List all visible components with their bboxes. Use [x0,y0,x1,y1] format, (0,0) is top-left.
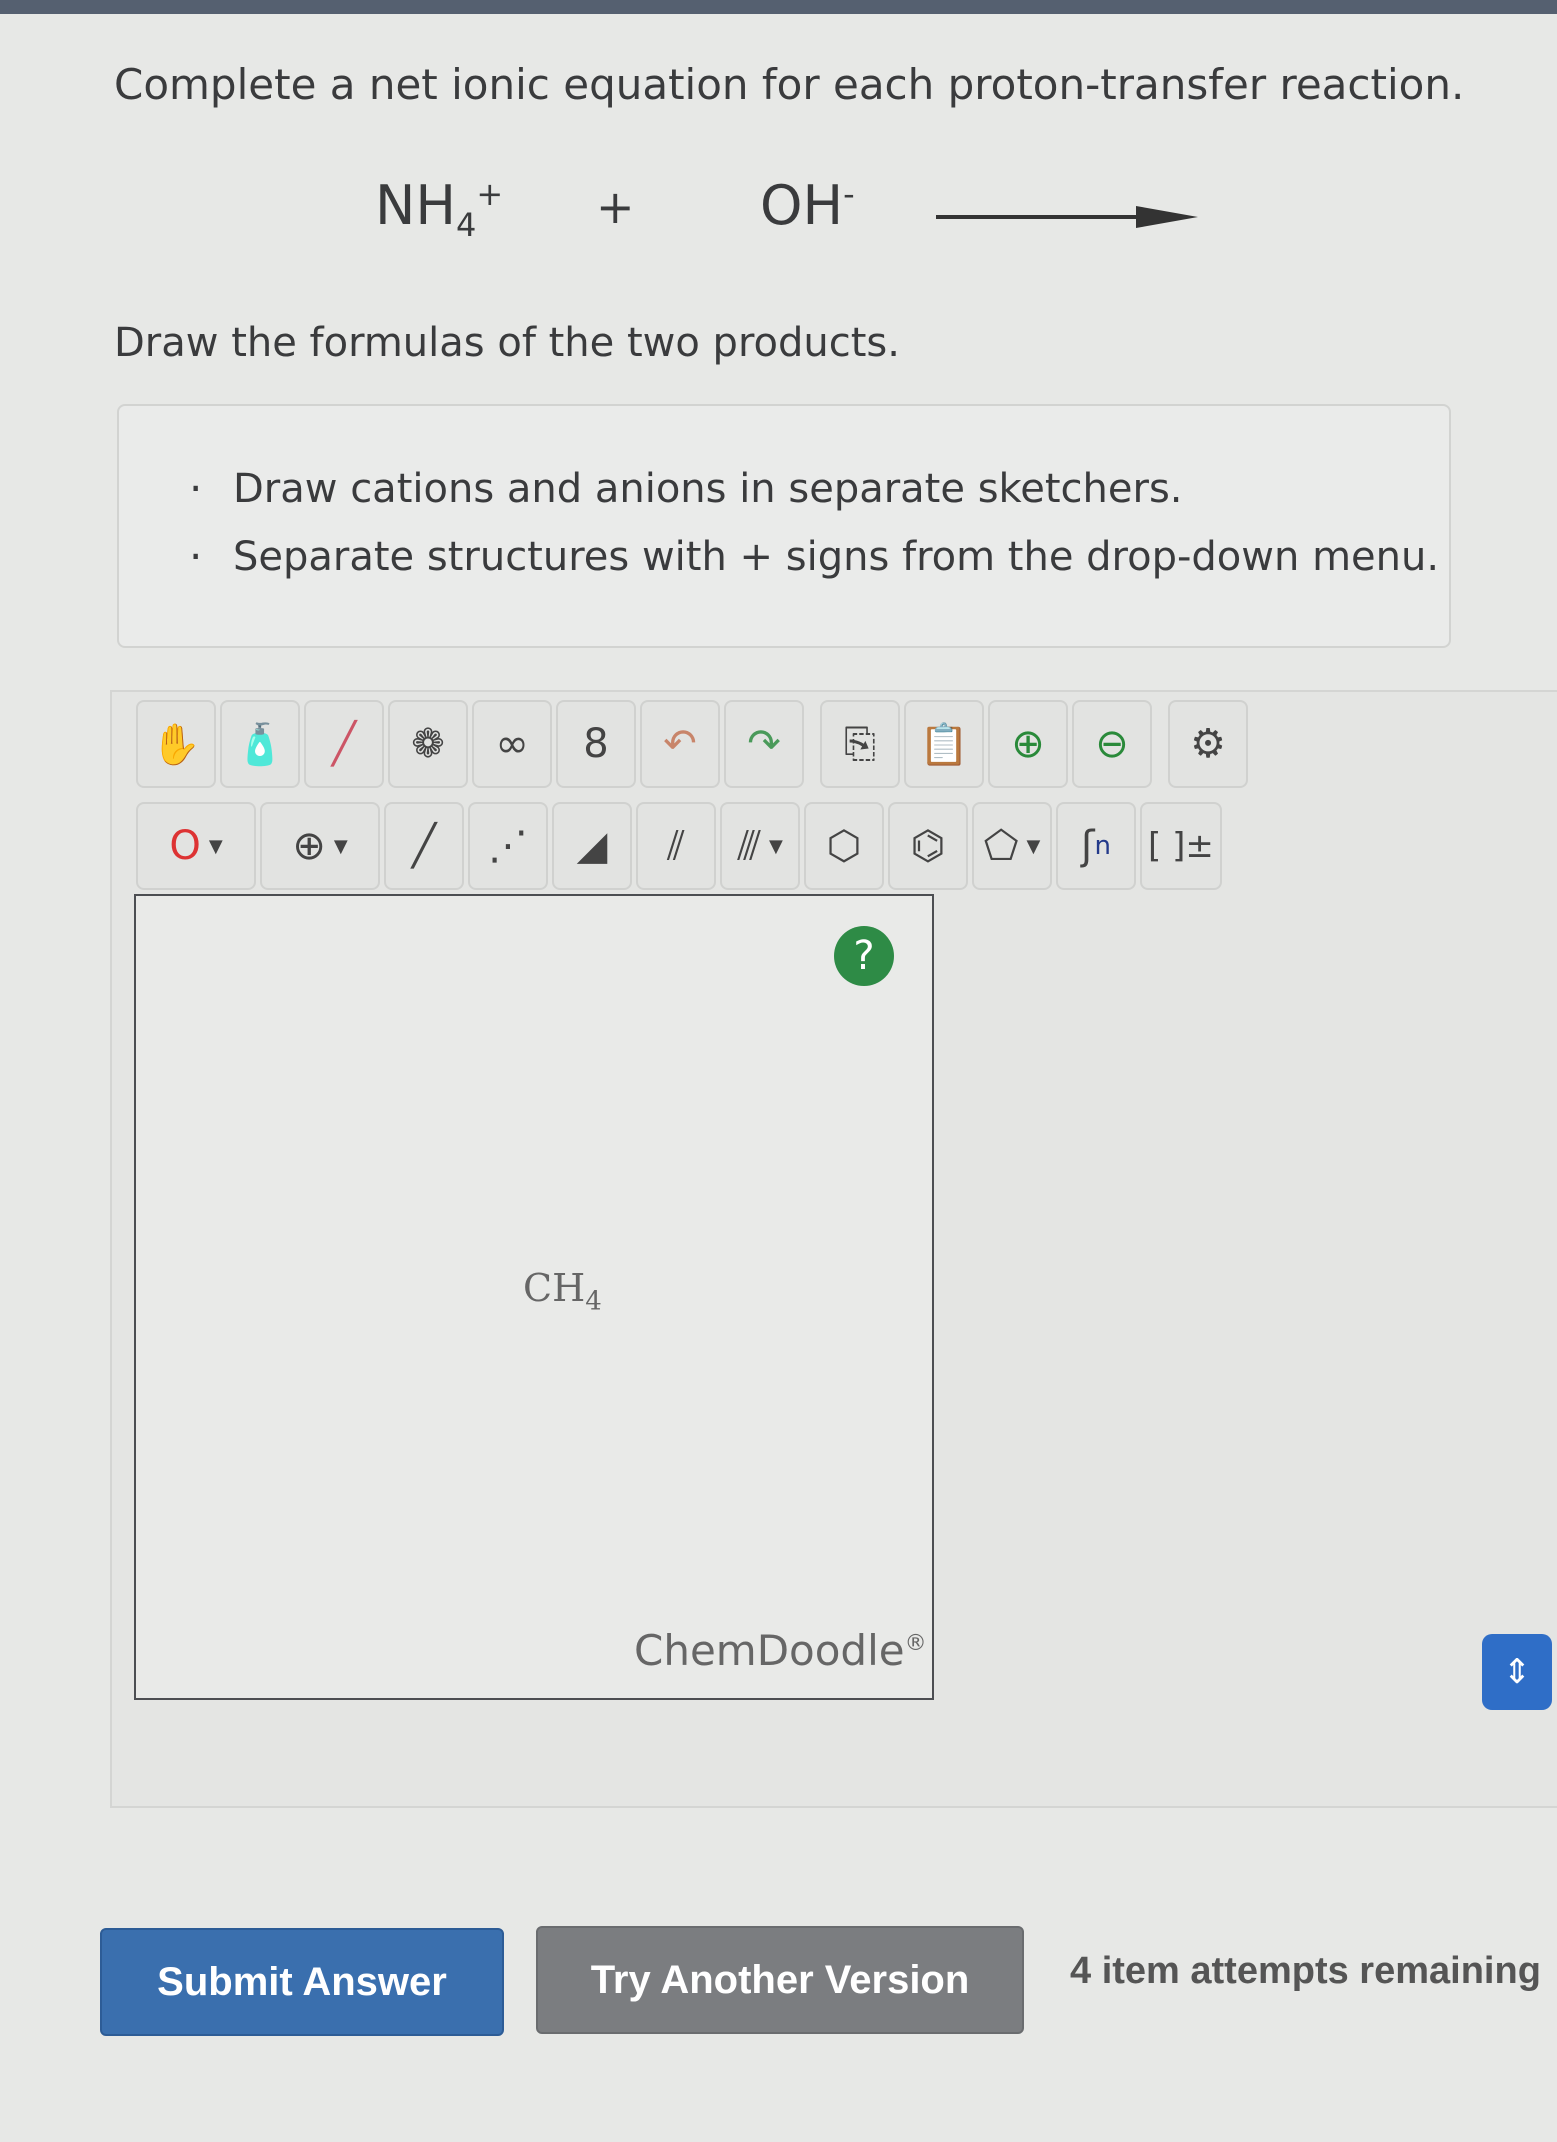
triple-bond-icon[interactable]: ⫻ ▼ [720,802,800,890]
paste-icon[interactable]: 📋 [904,700,984,788]
atom-select-button[interactable]: O ▼ [136,802,256,890]
try-another-version-button[interactable]: Try Another Version [536,1926,1024,2034]
reaction-equation: NH4+ + OH- [0,160,1557,260]
rotate-ring-icon[interactable]: ❁ [388,700,468,788]
flip-icon[interactable]: 8 [556,700,636,788]
help-icon[interactable]: ? [834,926,894,986]
sketcher-toolbar-row2: O ▼ ⊕ ▼ ╱ ⋰ ◢ ⫽ ⫻ ▼ ⬡ ⌬ ⬠ ▼ ʃn [ ]± [136,802,1222,890]
instruction-item: Separate structures with + signs from th… [189,532,1439,581]
reactant-ammonium: NH4+ [375,174,504,244]
repeat-unit-icon[interactable]: ʃn [1056,802,1136,890]
single-bond-icon[interactable]: ╱ [384,802,464,890]
hand-icon[interactable]: ✋ [136,700,216,788]
sketcher-canvas[interactable]: ? CH4 ChemDoodle® [134,894,934,1700]
scroll-control-icon[interactable]: ⇕ [1482,1634,1552,1710]
benzene-icon[interactable]: ⌬ [888,802,968,890]
hashed-bond-icon[interactable]: ⋰ [468,802,548,890]
attempts-remaining: 4 item attempts remaining [1070,1950,1541,1992]
chemdoodle-brand: ChemDoodle® [634,1626,927,1675]
reactant-hydroxide: OH- [760,174,855,237]
clean-icon[interactable]: ∞ [472,700,552,788]
zoom-out-icon[interactable]: ⊖ [1072,700,1152,788]
plus-sign: + [596,180,635,234]
reaction-arrow [936,206,1198,228]
eraser-icon[interactable]: ╱ [304,700,384,788]
prompt-text: Draw the formulas of the two products. [114,320,900,366]
settings-icon[interactable]: ⚙ [1168,700,1248,788]
cyclohexane-icon[interactable]: ⬡ [804,802,884,890]
instructions-box: Draw cations and anions in separate sket… [117,404,1451,648]
wedge-bond-icon[interactable]: ◢ [552,802,632,890]
sketcher-toolbar-row1: ✋ 🧴 ╱ ❁ ∞ 8 ↶ ↷ ⎘ 📋 ⊕ ⊖ ⚙ [136,700,1248,788]
copy-icon[interactable]: ⎘ [820,700,900,788]
molecule-label: CH4 [523,1266,602,1317]
double-bond-icon[interactable]: ⫽ [636,802,716,890]
zoom-in-icon[interactable]: ⊕ [988,700,1068,788]
redo-icon[interactable]: ↷ [724,700,804,788]
charge-select-button[interactable]: ⊕ ▼ [260,802,380,890]
question-text: Complete a net ionic equation for each p… [114,60,1465,109]
submit-answer-button[interactable]: Submit Answer [100,1928,504,2036]
instruction-item: Draw cations and anions in separate sket… [189,464,1439,513]
undo-icon[interactable]: ↶ [640,700,720,788]
clear-bottle-icon[interactable]: 🧴 [220,700,300,788]
top-bar [0,0,1557,14]
cyclopentane-icon[interactable]: ⬠ ▼ [972,802,1052,890]
brackets-icon[interactable]: [ ]± [1140,802,1222,890]
